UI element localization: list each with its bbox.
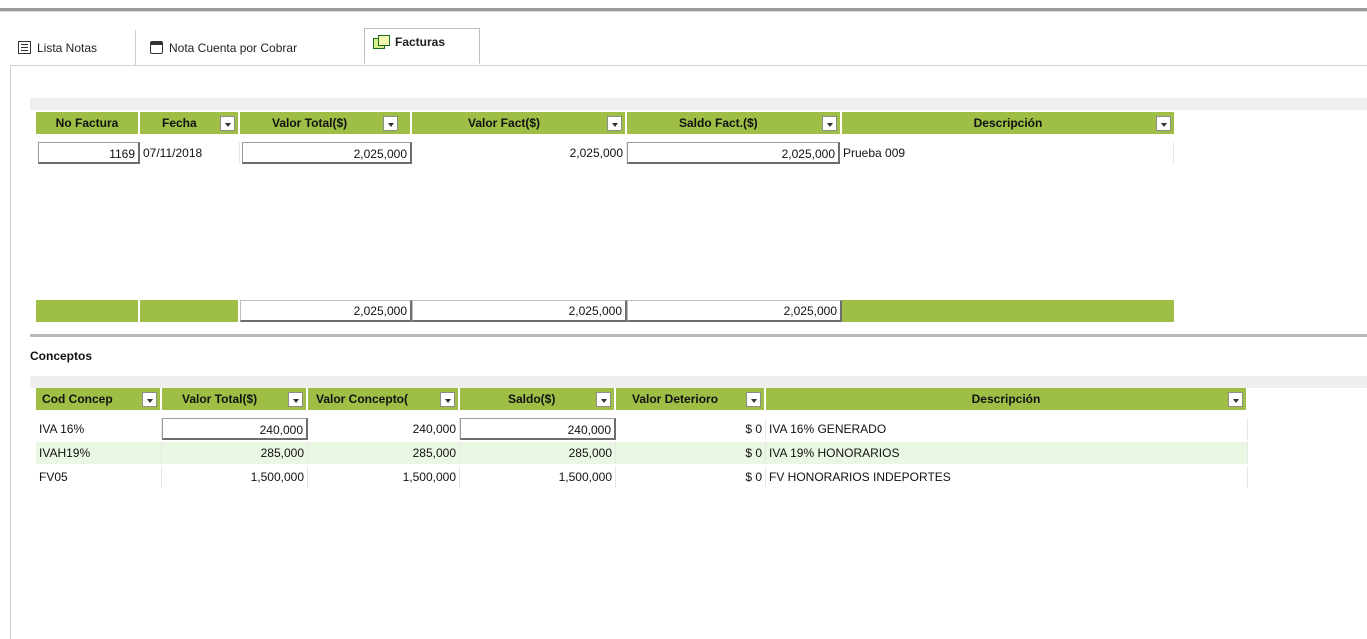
cell-valor-fact[interactable]: 2,025,000	[412, 142, 627, 164]
list-icon	[18, 41, 31, 54]
col-header-valor-total[interactable]: Valor Total($)	[240, 112, 412, 134]
col-header-label: Cod Concep	[42, 392, 113, 406]
col-header-fecha[interactable]: Fecha	[140, 112, 240, 134]
total-cell-empty	[842, 300, 1176, 322]
cell-saldo-fact[interactable]: 2,025,000	[627, 142, 840, 164]
cell-saldo[interactable]: 1,500,000	[460, 466, 616, 488]
col-header-label: Valor Fact($)	[468, 116, 541, 130]
table-row[interactable]: IVA 16% 240,000 240,000 240,000 $ 0 IVA …	[36, 418, 1248, 440]
cell-cod-concep[interactable]: IVA 16%	[36, 418, 162, 440]
chevron-down-icon[interactable]	[383, 116, 398, 131]
grid-top-strip	[30, 376, 1367, 388]
table-row[interactable]: 1169 07/11/2018 2,025,000 2,025,000 2,02…	[36, 142, 1176, 164]
facturas-totals-row: 2,025,000 2,025,000 2,025,000	[36, 300, 1176, 322]
col-header-descripcion[interactable]: Descripción	[766, 388, 1248, 410]
chevron-down-icon[interactable]	[440, 392, 455, 407]
note-icon	[150, 41, 163, 54]
window-top-border	[0, 0, 1367, 12]
col-header-valor-total[interactable]: Valor Total($)	[162, 388, 308, 410]
tab-lista-notas[interactable]: Lista Notas	[10, 30, 136, 65]
col-header-label: Valor Total($)	[272, 116, 348, 130]
col-header-saldo-fact[interactable]: Saldo Fact.($)	[627, 112, 842, 134]
total-saldo-fact: 2,025,000	[627, 300, 842, 322]
chevron-down-icon[interactable]	[1156, 116, 1171, 131]
chevron-down-icon[interactable]	[288, 392, 303, 407]
panel-left-border	[10, 66, 11, 639]
total-cell-empty	[36, 300, 140, 322]
chevron-down-icon[interactable]	[142, 392, 157, 407]
section-title-conceptos: Conceptos	[30, 349, 93, 363]
conceptos-grid: Cod Concep Valor Total($) Valor Concepto…	[36, 388, 1248, 498]
cell-valor-deterioro[interactable]: $ 0	[616, 442, 766, 464]
facturas-grid: No Factura Fecha Valor Total($) Valor Fa…	[36, 112, 1176, 324]
col-header-label: Valor Concepto(	[316, 392, 409, 406]
col-header-label: Fecha	[162, 116, 197, 130]
cell-saldo[interactable]: 240,000	[460, 418, 616, 440]
cell-saldo[interactable]: 285,000	[460, 442, 616, 464]
col-header-valor-deterioro[interactable]: Valor Deterioro	[616, 388, 766, 410]
cell-valor-deterioro[interactable]: $ 0	[616, 466, 766, 488]
cell-valor-concepto[interactable]: 285,000	[308, 442, 460, 464]
cell-valor-total[interactable]: 1,500,000	[162, 466, 308, 488]
section-splitter[interactable]	[30, 334, 1367, 337]
col-header-valor-concepto[interactable]: Valor Concepto(	[308, 388, 460, 410]
cell-descripcion[interactable]: IVA 19% HONORARIOS	[766, 442, 1248, 464]
chevron-down-icon[interactable]	[746, 392, 761, 407]
cell-descripcion[interactable]: Prueba 009	[840, 142, 1174, 164]
cell-descripcion[interactable]: IVA 16% GENERADO	[766, 418, 1248, 440]
cell-no-factura[interactable]: 1169	[38, 142, 140, 164]
chevron-down-icon[interactable]	[596, 392, 611, 407]
col-header-label: Saldo Fact.($)	[679, 116, 758, 130]
facturas-header-row: No Factura Fecha Valor Total($) Valor Fa…	[36, 112, 1176, 134]
col-header-label: Descripción	[971, 392, 1041, 406]
cell-fecha[interactable]: 07/11/2018	[140, 142, 240, 164]
col-header-cod-concep[interactable]: Cod Concep	[36, 388, 162, 410]
cell-valor-total[interactable]: 2,025,000	[242, 142, 412, 164]
cell-cod-concep[interactable]: IVAH19%	[36, 442, 162, 464]
col-header-label: Saldo($)	[508, 392, 556, 406]
chevron-down-icon[interactable]	[822, 116, 837, 131]
col-header-label: Descripción	[973, 116, 1043, 130]
col-header-label: Valor Deterioro	[632, 392, 719, 406]
col-header-no-factura[interactable]: No Factura	[36, 112, 140, 134]
table-row[interactable]: IVAH19% 285,000 285,000 285,000 $ 0 IVA …	[36, 442, 1248, 464]
tab-label: Nota Cuenta por Cobrar	[169, 40, 298, 55]
cell-valor-total[interactable]: 240,000	[162, 418, 308, 440]
chevron-down-icon[interactable]	[607, 116, 622, 131]
tab-label: Lista Notas	[37, 40, 98, 55]
total-valor-total: 2,025,000	[240, 300, 412, 322]
col-header-saldo[interactable]: Saldo($)	[460, 388, 616, 410]
cell-cod-concep[interactable]: FV05	[36, 466, 162, 488]
cell-valor-concepto[interactable]: 240,000	[308, 418, 460, 440]
col-header-valor-fact[interactable]: Valor Fact($)	[412, 112, 627, 134]
col-header-descripcion[interactable]: Descripción	[842, 112, 1176, 134]
col-header-label: Valor Total($)	[182, 392, 258, 406]
total-valor-fact: 2,025,000	[412, 300, 627, 322]
tab-bar: Lista Notas Nota Cuenta por Cobrar Factu…	[10, 28, 1367, 66]
tab-label: Facturas	[395, 35, 446, 49]
table-row[interactable]: FV05 1,500,000 1,500,000 1,500,000 $ 0 F…	[36, 466, 1248, 488]
cell-valor-total[interactable]: 285,000	[162, 442, 308, 464]
grid-top-strip	[30, 98, 1367, 110]
col-header-label: No Factura	[55, 116, 119, 130]
tab-nota-cuenta-por-cobrar[interactable]: Nota Cuenta por Cobrar	[142, 30, 362, 65]
total-cell-empty	[140, 300, 240, 322]
conceptos-header-row: Cod Concep Valor Total($) Valor Concepto…	[36, 388, 1248, 410]
chevron-down-icon[interactable]	[1228, 392, 1243, 407]
invoices-icon	[373, 35, 390, 49]
tab-facturas[interactable]: Facturas	[364, 28, 480, 64]
cell-valor-concepto[interactable]: 1,500,000	[308, 466, 460, 488]
chevron-down-icon[interactable]	[220, 116, 235, 131]
cell-descripcion[interactable]: FV HONORARIOS INDEPORTES	[766, 466, 1248, 488]
cell-valor-deterioro[interactable]: $ 0	[616, 418, 766, 440]
